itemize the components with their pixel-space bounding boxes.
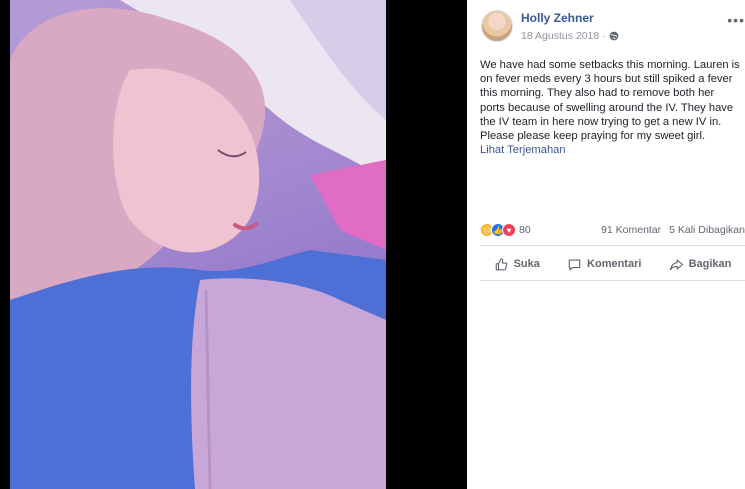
comment-count[interactable]: 91 Komentar xyxy=(601,224,661,236)
reaction-count: 80 xyxy=(519,224,531,236)
post-photo[interactable] xyxy=(10,0,386,489)
divider xyxy=(480,280,745,281)
avatar[interactable] xyxy=(481,10,513,42)
post-meta: 18 Agustus 2018 · xyxy=(521,30,619,42)
globe-icon[interactable] xyxy=(609,31,619,41)
comment-label: Komentari xyxy=(587,258,642,270)
share-arrow-icon xyxy=(669,258,683,270)
share-label: Bagikan xyxy=(688,258,732,270)
thumbs-up-icon xyxy=(495,257,508,270)
share-count[interactable]: 5 Kali Dibagikan xyxy=(669,224,745,236)
like-button[interactable]: Suka xyxy=(494,257,540,272)
more-options-icon[interactable]: ••• xyxy=(727,12,745,28)
divider xyxy=(480,245,745,246)
love-reaction-icon: ♥ xyxy=(502,223,516,237)
post-header: Holly Zehner 18 Agustus 2018 · ••• xyxy=(481,10,745,46)
post-sidebar: Holly Zehner 18 Agustus 2018 · ••• We ha… xyxy=(467,0,745,489)
reactions-summary[interactable]: ☹ 👍 ♥ 80 xyxy=(480,223,531,237)
action-bar: Suka Komentari Bagikan xyxy=(480,252,745,276)
author-name[interactable]: Holly Zehner xyxy=(521,11,594,25)
comment-share-counts: 91 Komentar 5 Kali Dibagikan xyxy=(601,224,745,236)
photo-illustration xyxy=(10,0,386,489)
post-text: We have had some setbacks this morning. … xyxy=(480,58,742,157)
photo-viewer xyxy=(0,0,467,489)
like-label: Suka xyxy=(513,258,540,270)
comment-button[interactable]: Komentari xyxy=(567,257,641,272)
comment-bubble-icon xyxy=(568,258,581,270)
post-date[interactable]: 18 Agustus 2018 · xyxy=(521,30,606,42)
engagement-stats: ☹ 👍 ♥ 80 91 Komentar 5 Kali Dibagikan xyxy=(480,223,745,241)
post-body: We have had some setbacks this morning. … xyxy=(480,59,740,143)
share-button[interactable]: Bagikan xyxy=(669,257,732,272)
see-translation-link[interactable]: Lihat Terjemahan xyxy=(480,143,742,157)
